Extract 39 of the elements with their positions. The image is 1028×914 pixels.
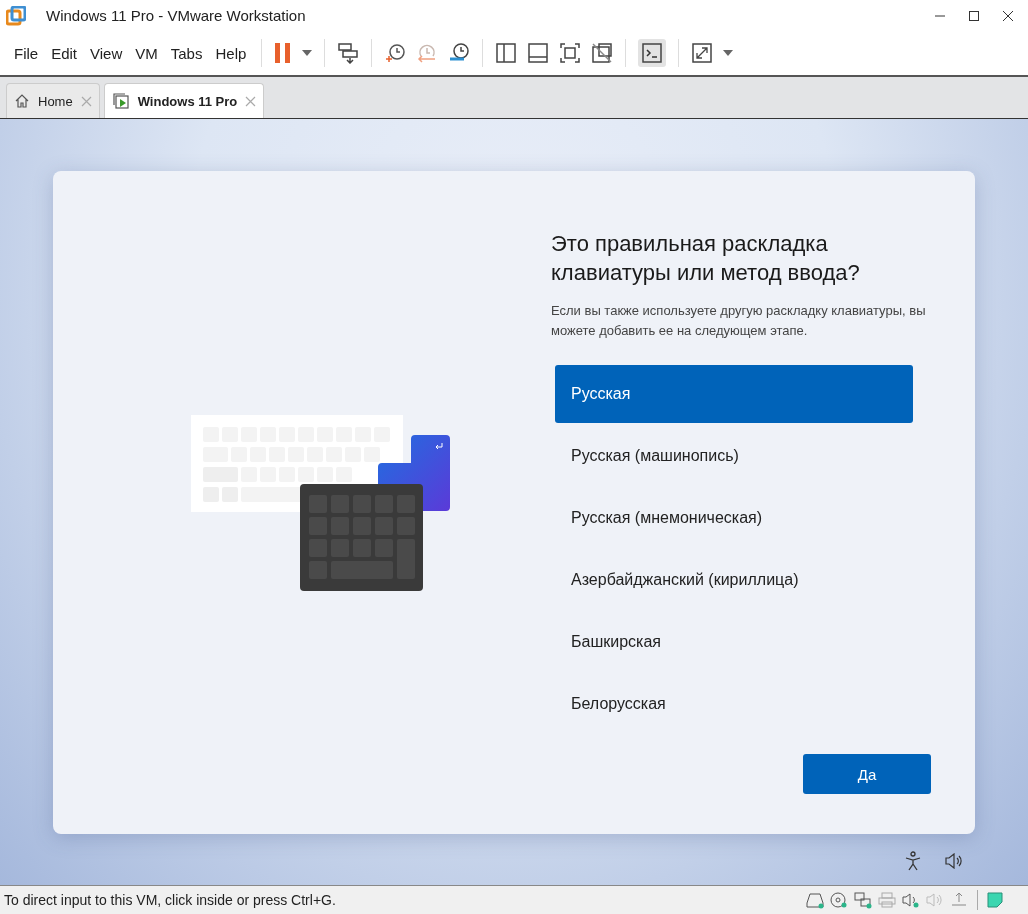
split-horizontal-icon[interactable] (527, 42, 550, 64)
fullscreen-icon[interactable] (691, 42, 714, 64)
home-icon (14, 93, 30, 109)
menu-item[interactable]: File (14, 44, 39, 62)
speaker-icon[interactable] (944, 853, 964, 869)
sound-icon[interactable] (901, 891, 921, 909)
setup-heading: Это правильная раскладка клавиатуры или метод ввода? (551, 230, 861, 287)
fit-screen-icon[interactable] (559, 42, 582, 64)
menu-item[interactable]: Edit (51, 44, 78, 62)
layout-option[interactable]: Башкирская (555, 613, 913, 671)
note-icon[interactable] (986, 891, 1004, 909)
tab[interactable]: Windows 11 Pro (103, 83, 265, 118)
maximize-icon[interactable] (968, 9, 980, 22)
menu-item[interactable]: View (90, 44, 123, 62)
network-icon[interactable] (853, 891, 873, 909)
clock-plus-icon[interactable] (384, 42, 407, 64)
dropdown-caret-icon[interactable] (302, 50, 313, 56)
layout-option[interactable]: Азербайджанский (кириллица) (555, 551, 913, 609)
vm-running-icon (111, 92, 130, 110)
setup-description: Если вы также используете другую раскладку клавиатуры, вы можете добавить ее на следующем этапе. (551, 302, 927, 340)
tab[interactable]: Home (6, 83, 100, 118)
menu-item[interactable]: Help (215, 44, 247, 62)
app-logo-icon (6, 5, 26, 26)
dropdown-caret-icon[interactable] (723, 50, 734, 56)
layout-option[interactable]: Белорусская (555, 675, 913, 733)
split-vertical-icon[interactable] (495, 42, 518, 64)
layout-option[interactable]: Русская (мнемоническая) (555, 489, 913, 547)
menu-item[interactable]: Tabs (170, 44, 203, 62)
layout-option[interactable]: Русская (555, 365, 913, 423)
window-title: Windows 11 Pro - VMware Workstation (46, 7, 306, 24)
confirm-button[interactable]: Да (803, 754, 931, 794)
cd-drive-icon[interactable] (829, 891, 849, 909)
accessibility-icon[interactable] (904, 851, 922, 871)
menu-item[interactable]: VM (135, 44, 158, 62)
pause-icon[interactable] (274, 42, 293, 64)
layout-option[interactable]: Русская (машинопись) (555, 427, 913, 485)
console-button[interactable] (638, 39, 667, 67)
close-icon[interactable] (1002, 9, 1014, 22)
status-message: To direct input to this VM, click inside or press Ctrl+G. (4, 892, 336, 908)
